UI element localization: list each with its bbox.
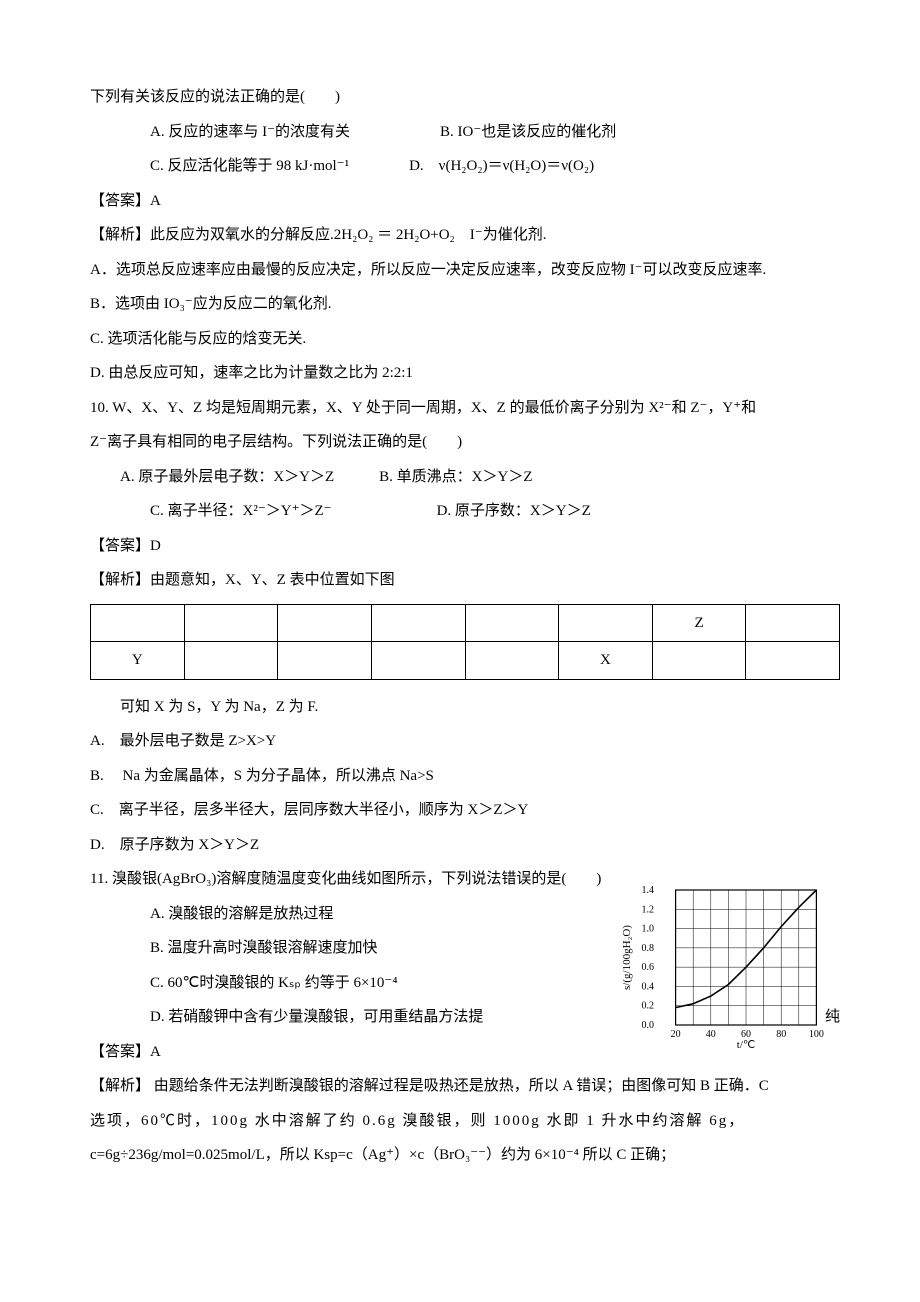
- q11-explain-3: c=6g÷236g/mol=0.025mol/L，所以 Ksp=c（Ag⁺）×c…: [90, 1138, 840, 1173]
- q9-explain-b: B．选项由 IO₃⁻应为反应二的氧化剂.: [90, 287, 840, 322]
- svg-text:0.2: 0.2: [642, 1001, 655, 1012]
- q11-explain-2: 选项，60℃时，100g 水中溶解了约 0.6g 溴酸银，则 1000g 水即 …: [90, 1104, 840, 1139]
- svg-text:1.2: 1.2: [642, 904, 655, 915]
- q10-opt-b: B. 单质沸点：X＞Y＞Z: [379, 460, 532, 495]
- q10-explain: 【解析】由题意知，X、Y、Z 表中位置如下图: [90, 563, 840, 598]
- svg-text:0.8: 0.8: [642, 943, 655, 954]
- cell-x: X: [559, 642, 653, 680]
- q9-opt-b: B. IO⁻也是该反应的催化剂: [440, 115, 616, 150]
- line-chart-svg: 204060801000.00.20.40.60.81.01.21.4t/℃s/…: [620, 884, 840, 1049]
- q10-opt-a: A. 原子最外层电子数：X＞Y＞Z: [120, 460, 334, 495]
- periodic-table-fragment: Z Y X: [90, 604, 840, 680]
- q9-explain: 【解析】此反应为双氧水的分解反应.2H₂O₂ ＝ 2H₂O+O₂ I⁻为催化剂.: [90, 218, 840, 253]
- q10-stem-line1: 10. W、X、Y、Z 均是短周期元素，X、Y 处于同一周期，X、Z 的最低价离…: [90, 391, 840, 426]
- cell-z: Z: [652, 604, 746, 642]
- q10-opt-d: D. 原子序数：X＞Y＞Z: [437, 494, 591, 529]
- svg-text:s/(g/100gH₂O): s/(g/100gH₂O): [621, 925, 633, 990]
- q9-answer: 【答案】A: [90, 184, 840, 219]
- svg-text:1.0: 1.0: [642, 924, 655, 935]
- q11-explain-1: 【解析】 由题给条件无法判断溴酸银的溶解过程是吸热还是放热，所以 A 错误；由图…: [90, 1069, 840, 1104]
- q9-stem: 下列有关该反应的说法正确的是( ): [90, 80, 840, 115]
- q11-opt-d-left: D. 若硝酸钾中含有少量溴酸银，可用重结晶方法提: [150, 1000, 483, 1035]
- q10-opt-c: C. 离子半径：X²⁻＞Y⁺＞Z⁻: [150, 494, 332, 529]
- svg-text:80: 80: [776, 1029, 786, 1040]
- q9-opt-c: C. 反应活化能等于 98 kJ·mol⁻¹: [150, 149, 349, 184]
- svg-text:20: 20: [671, 1029, 681, 1040]
- q10-answer: 【答案】D: [90, 529, 840, 564]
- svg-text:t/℃: t/℃: [737, 1039, 755, 1049]
- svg-text:1.4: 1.4: [642, 885, 655, 896]
- solubility-chart: 204060801000.00.20.40.60.81.01.21.4t/℃s/…: [620, 884, 840, 1049]
- svg-text:40: 40: [706, 1029, 716, 1040]
- q9-explain-c: C. 选项活化能与反应的焓变无关.: [90, 322, 840, 357]
- q9-opt-d: D. ν(H₂O₂)＝ν(H₂O)＝ν(O₂): [409, 149, 594, 184]
- q9-explain-a: A．选项总反应速率应由最慢的反应决定，所以反应一决定反应速率，改变反应物 I⁻可…: [90, 253, 840, 288]
- q10-line3: B. Na 为金属晶体，S 为分子晶体，所以沸点 Na>S: [90, 759, 840, 794]
- q10-line4: C. 离子半径，层多半径大，层同序数大半径小，顺序为 X＞Z＞Y: [90, 793, 840, 828]
- q10-line2: A. 最外层电子数是 Z>X>Y: [90, 724, 840, 759]
- svg-text:0.6: 0.6: [642, 962, 655, 973]
- q9-opt-a: A. 反应的速率与 I⁻的浓度有关: [150, 115, 350, 150]
- q10-line5: D. 原子序数为 X＞Y＞Z: [90, 828, 840, 863]
- q9-explain-d: D. 由总反应可知，速率之比为计量数之比为 2:2:1: [90, 356, 840, 391]
- svg-text:100: 100: [809, 1029, 824, 1040]
- svg-text:0.4: 0.4: [642, 981, 655, 992]
- q10-stem-line2: Z⁻离子具有相同的电子层结构。下列说法正确的是( ): [90, 425, 840, 460]
- cell-y: Y: [91, 642, 185, 680]
- q10-line1: 可知 X 为 S，Y 为 Na，Z 为 F.: [90, 690, 840, 725]
- svg-text:0.0: 0.0: [642, 1020, 655, 1031]
